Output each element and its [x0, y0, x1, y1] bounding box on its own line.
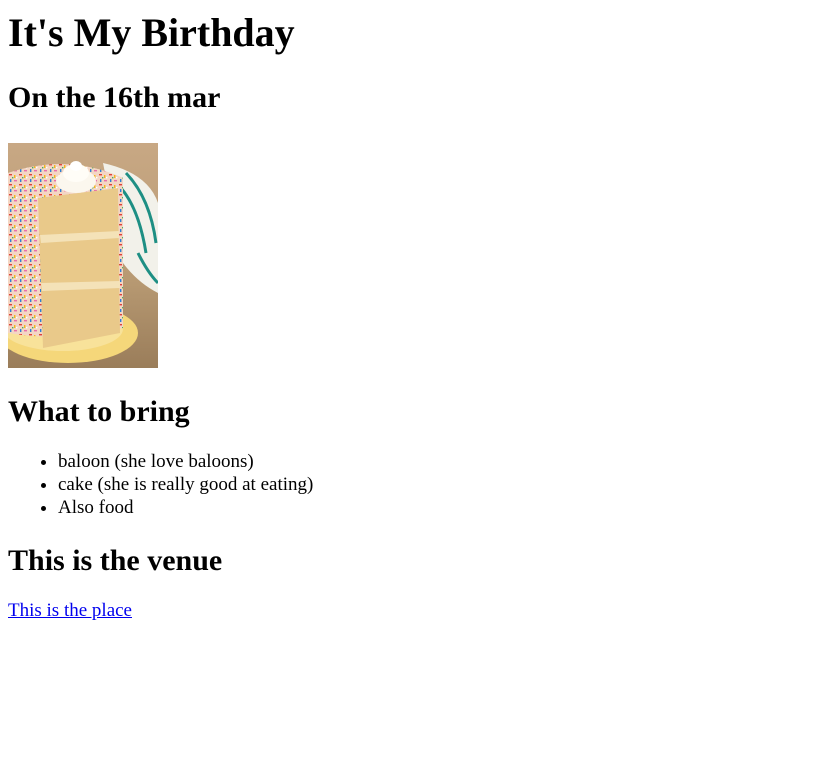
- list-item: cake (she is really good at eating): [58, 473, 814, 496]
- bring-list: baloon (she love baloons) cake (she is r…: [8, 450, 814, 519]
- page-subtitle: On the 16th mar: [8, 81, 221, 114]
- page: It's My Birthday On the 16th mar What to…: [0, 10, 822, 622]
- bring-heading: What to bring: [8, 395, 190, 428]
- cake-photo-icon: [8, 143, 158, 368]
- list-item: baloon (she love baloons): [58, 450, 814, 473]
- page-title: It's My Birthday: [8, 10, 295, 55]
- cake-image: [8, 143, 158, 368]
- list-item: Also food: [58, 496, 814, 519]
- venue-heading: This is the venue: [8, 544, 223, 577]
- venue-link[interactable]: This is the place: [8, 599, 132, 622]
